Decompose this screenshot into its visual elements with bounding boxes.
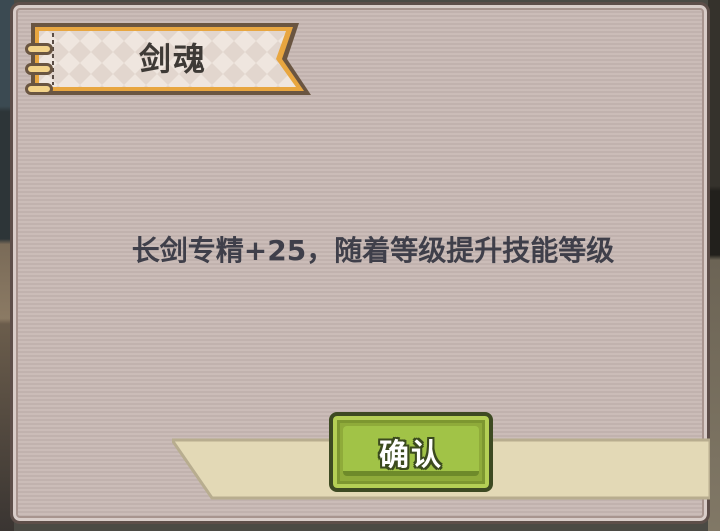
dialog-message: 长剑专精+25，随着等级提升技能等级 <box>131 234 615 267</box>
confirm-button[interactable]: 确认 <box>329 412 493 492</box>
dialog-title: 剑魂 <box>138 40 207 78</box>
title-ribbon: 剑魂 <box>25 19 315 101</box>
binder-rings-icon <box>25 43 55 103</box>
game-screen: 剑魂 长剑专精+25，随着等级提升技能等级 确认 <box>0 0 720 531</box>
confirm-button-label: 确认 <box>379 438 443 473</box>
